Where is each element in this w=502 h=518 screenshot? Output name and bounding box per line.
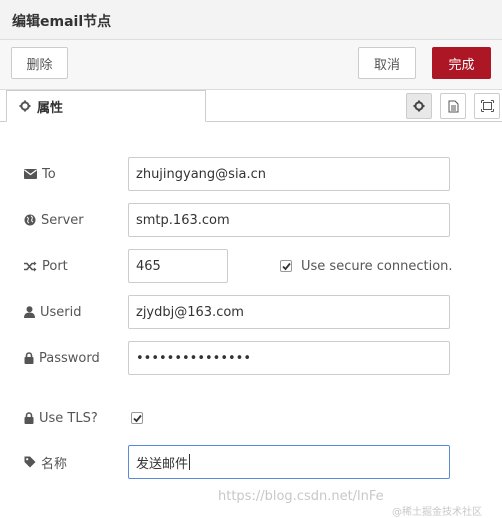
secure-label: Use secure connection.	[301, 258, 453, 274]
tab-description-button[interactable]	[440, 93, 466, 119]
form-row-server: Server smtp.163.com	[0, 203, 502, 237]
envelope-icon	[24, 169, 37, 179]
frame-icon	[480, 100, 494, 112]
password-input[interactable]: •••••••••••••••	[128, 341, 450, 375]
tab-label: 属性	[37, 100, 64, 116]
secure-connection-option: Use secure connection.	[280, 249, 453, 283]
secure-checkbox[interactable]	[280, 260, 292, 272]
check-icon	[282, 262, 291, 271]
text-caret	[189, 454, 191, 470]
to-label: To	[24, 157, 56, 191]
user-icon	[24, 306, 35, 318]
tab-properties[interactable]: 属性	[6, 90, 206, 122]
done-button[interactable]: 完成	[432, 47, 491, 79]
random-icon	[24, 261, 37, 271]
gear-icon	[19, 100, 31, 112]
form-row-port: Port 465 Use secure connection.	[0, 249, 502, 283]
tag-icon	[24, 456, 36, 468]
server-label: Server	[24, 203, 84, 237]
tls-label: Use TLS?	[24, 401, 98, 435]
watermark: https://blog.csdn.net/lnFe	[218, 489, 384, 504]
tls-checkbox[interactable]	[131, 412, 143, 424]
name-input[interactable]: 发送邮件	[128, 445, 450, 479]
gear-icon	[413, 100, 425, 112]
form-row-userid: Userid zjydbj@163.com	[0, 295, 502, 329]
delete-button[interactable]: 删除	[11, 47, 68, 79]
form-row-name: 名称 发送邮件	[0, 445, 502, 479]
tab-bar: 属性	[0, 90, 502, 122]
dialog-toolbar: 删除 取消 完成	[0, 40, 502, 90]
dialog-header: 编辑email节点	[0, 0, 502, 40]
userid-input[interactable]: zjydbj@163.com	[128, 295, 450, 329]
tab-appearance-button[interactable]	[474, 93, 500, 119]
tab-settings-button[interactable]	[406, 93, 432, 119]
form-row-tls: Use TLS?	[0, 401, 502, 435]
check-icon	[133, 414, 142, 423]
properties-form: To zhujingyang@sia.cn Server smtp.163.co…	[0, 122, 502, 516]
dialog-title: 编辑email节点	[12, 14, 112, 30]
server-input[interactable]: smtp.163.com	[128, 203, 450, 237]
port-label: Port	[24, 249, 68, 283]
globe-icon	[24, 214, 36, 226]
port-input[interactable]: 465	[128, 249, 228, 283]
userid-label: Userid	[24, 295, 82, 329]
document-icon	[448, 100, 458, 112]
name-label: 名称	[24, 445, 67, 479]
to-input[interactable]: zhujingyang@sia.cn	[128, 157, 450, 191]
form-row-to: To zhujingyang@sia.cn	[0, 157, 502, 191]
lock-icon	[24, 412, 34, 424]
cancel-button[interactable]: 取消	[358, 47, 416, 79]
password-label: Password	[24, 341, 100, 375]
lock-icon	[24, 352, 34, 364]
form-row-password: Password •••••••••••••••	[0, 341, 502, 375]
